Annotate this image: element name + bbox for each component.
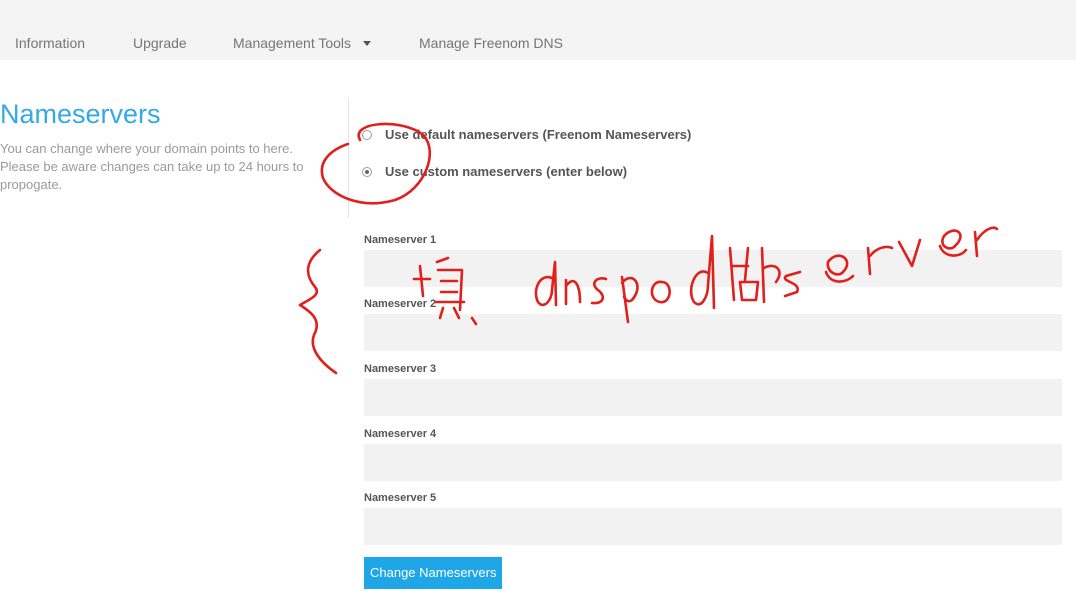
nameserver-field-5: Nameserver 5: [364, 491, 1062, 545]
nameserver-4-input[interactable]: [364, 444, 1062, 481]
nameserver-3-label: Nameserver 3: [364, 363, 437, 375]
nameserver-field-2: Nameserver 2: [364, 297, 1062, 351]
intro-column: Nameservers You can change where your do…: [0, 96, 330, 194]
nameserver-3-input[interactable]: [364, 379, 1062, 416]
nameserver-5-label: Nameserver 5: [364, 492, 437, 504]
nameserver-1-label: Nameserver 1: [364, 234, 437, 246]
nav-management-tools-label: Management Tools: [233, 35, 352, 51]
radio-button-unchecked[interactable]: [362, 129, 372, 140]
nameserver-2-label: Nameserver 2: [364, 298, 437, 310]
column-divider: [348, 98, 349, 218]
nameserver-field-4: Nameserver 4: [364, 427, 1062, 481]
nameserver-5-input[interactable]: [364, 508, 1062, 545]
radio-default-label: Use default nameservers (Freenom Nameser…: [385, 127, 692, 142]
page-description: You can change where your domain points …: [0, 141, 304, 192]
radio-button-checked[interactable]: [362, 166, 372, 177]
page: Information Upgrade Management Tools Man…: [0, 0, 1076, 607]
nav-information[interactable]: Information: [15, 35, 85, 51]
radio-custom-label: Use custom nameservers (enter below): [385, 164, 628, 179]
nameserver-1-input[interactable]: [364, 250, 1062, 287]
change-nameservers-button[interactable]: Change Nameservers: [364, 557, 503, 589]
nameserver-2-input[interactable]: [364, 314, 1062, 351]
radio-custom-nameservers[interactable]: Use custom nameservers (enter below): [362, 164, 627, 179]
nav-upgrade[interactable]: Upgrade: [133, 35, 187, 51]
nameserver-field-1: Nameserver 1: [364, 233, 1062, 287]
radio-default-nameservers[interactable]: Use default nameservers (Freenom Nameser…: [362, 127, 691, 142]
page-title: Nameservers: [0, 99, 161, 129]
annotation-brace: [298, 248, 338, 375]
top-nav: Information Upgrade Management Tools Man…: [0, 0, 1076, 60]
nav-management-tools[interactable]: Management Tools: [233, 35, 372, 51]
caret-down-icon: [363, 40, 372, 46]
nameserver-field-3: Nameserver 3: [364, 362, 1062, 416]
nav-manage-freenom-dns[interactable]: Manage Freenom DNS: [419, 35, 563, 51]
nameserver-4-label: Nameserver 4: [364, 428, 437, 440]
